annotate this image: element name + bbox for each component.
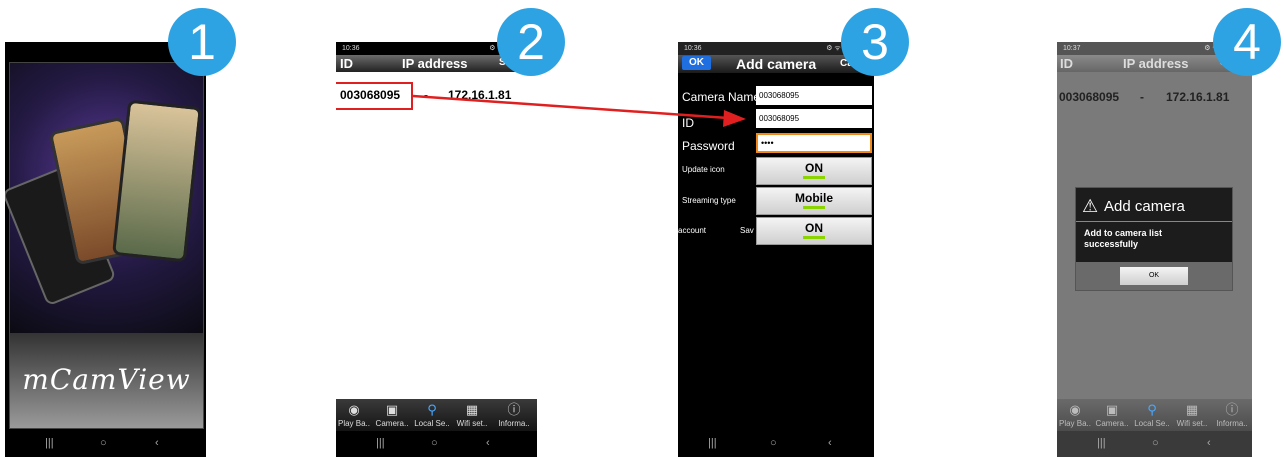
col-id-header: ID [340, 56, 353, 71]
warning-icon: ⚠ [1082, 196, 1099, 216]
phone-screen-add-camera: 10:36 ⚙ ᯤ .ıl 99%▮ OK Add camera Cancel … [678, 42, 874, 457]
toggle-indicator [803, 176, 825, 179]
tab-information[interactable]: ⓘ Informa.. [1214, 399, 1250, 433]
step-badge-3: 3 [841, 8, 909, 76]
tab-wifi-setting[interactable]: ▦ Wifi set.. [454, 399, 490, 433]
android-nav-bar: ||| ○ ‹ [336, 431, 537, 457]
tab-local-search[interactable]: ⚲ Local Se.. [414, 399, 450, 433]
bottom-tab-bar: ◉ Play Ba.. ▣ Camera.. ⚲ Local Se.. ▦ Wifi s… [1057, 399, 1252, 433]
home-icon[interactable]: ○ [431, 437, 438, 449]
qr-icon: ▦ [465, 402, 479, 417]
recents-icon[interactable]: ||| [45, 437, 54, 449]
col-ip-header: IP address [402, 56, 468, 71]
recents-icon[interactable]: ||| [1097, 437, 1106, 449]
back-icon[interactable]: ‹ [828, 437, 832, 449]
toggle-indicator [803, 236, 825, 239]
status-time: 10:36 [342, 45, 360, 52]
streaming-type-label: Streaming type [682, 196, 736, 205]
phone-screen-splash: mCamView ||| ○ ‹ [5, 42, 206, 457]
search-icon: ⚲ [427, 402, 437, 417]
camera-name-label: Camera Name [682, 90, 761, 104]
password-field[interactable]: •••• [756, 133, 872, 153]
col-id-header: ID [1060, 56, 1073, 71]
step-badge-1: 1 [168, 8, 236, 76]
toggle-indicator [803, 206, 825, 209]
camera-name-field[interactable]: 003068095 [756, 86, 872, 105]
dialog-title: Add camera [1104, 198, 1185, 215]
phone-illustration-front [112, 99, 202, 263]
bottom-tab-bar: ◉ Play Ba.. ▣ Camera.. ⚲ Local Se.. ▦ Wifi s… [336, 399, 537, 433]
row-sep: - [424, 88, 428, 102]
tab-playback[interactable]: ◉ Play Ba.. [1057, 399, 1093, 433]
success-dialog: ⚠ Add camera Add to camera list successf… [1075, 187, 1233, 291]
form-title: Add camera [736, 56, 817, 72]
update-icon-toggle[interactable]: ON [756, 157, 872, 185]
home-icon[interactable]: ○ [770, 437, 777, 449]
phone-screen-local-search: 10:36 ⚙ ᯤ .ıl 99%▮ ID IP address Search … [336, 42, 537, 457]
android-nav-bar: ||| ○ ‹ [5, 431, 206, 457]
streaming-type-toggle[interactable]: Mobile [756, 187, 872, 215]
row-ip: 172.16.1.81 [448, 88, 512, 102]
splash-brand: mCamView [22, 363, 191, 396]
list-row[interactable]: 003068095 - 172.16.1.81 [1057, 90, 1252, 108]
id-highlight-box [336, 82, 413, 110]
tab-wifi-setting[interactable]: ▦ Wifi set.. [1174, 399, 1210, 433]
status-time: 10:36 [684, 45, 702, 52]
info-icon: ⓘ [507, 402, 521, 417]
qr-icon: ▦ [1185, 402, 1199, 417]
camera-list-icon: ▣ [1105, 402, 1119, 417]
dialog-message: Add to camera list successfully [1084, 228, 1163, 249]
step-badge-2: 2 [497, 8, 565, 76]
update-icon-label: Update icon [682, 165, 725, 174]
dialog-button-bar: OK [1076, 262, 1232, 290]
home-icon[interactable]: ○ [1152, 437, 1159, 449]
ok-button[interactable]: OK [682, 56, 711, 70]
id-field[interactable]: 003068095 [756, 109, 872, 128]
home-icon[interactable]: ○ [100, 437, 107, 449]
status-time: 10:37 [1063, 45, 1081, 52]
info-icon: ⓘ [1225, 402, 1239, 417]
dialog-ok-button[interactable]: OK [1120, 267, 1188, 285]
tab-local-search[interactable]: ⚲ Local Se.. [1134, 399, 1170, 433]
tab-playback[interactable]: ◉ Play Ba.. [336, 399, 372, 433]
account-label: account [678, 226, 707, 235]
splash-art: mCamView [5, 62, 204, 429]
save-label: Save [740, 226, 754, 235]
tab-camera-list[interactable]: ▣ Camera.. [374, 399, 410, 433]
col-ip-header: IP address [1123, 56, 1189, 71]
back-icon[interactable]: ‹ [486, 437, 490, 449]
playback-icon: ◉ [348, 402, 360, 417]
id-label: ID [682, 116, 694, 130]
playback-icon: ◉ [1069, 402, 1081, 417]
android-nav-bar: ||| ○ ‹ [1057, 431, 1252, 457]
back-icon[interactable]: ‹ [155, 437, 159, 449]
dialog-divider [1076, 221, 1232, 222]
phone-screen-success-dialog: 10:37 ⚙ ᯤ .ıl 99%▮ ID IP address Search … [1057, 42, 1252, 457]
recents-icon[interactable]: ||| [708, 437, 717, 449]
recents-icon[interactable]: ||| [376, 437, 385, 449]
tab-camera-list[interactable]: ▣ Camera.. [1094, 399, 1130, 433]
password-label: Password [682, 139, 735, 153]
search-icon: ⚲ [1147, 402, 1157, 417]
step-badge-4: 4 [1213, 8, 1281, 76]
tab-information[interactable]: ⓘ Informa.. [496, 399, 532, 433]
save-account-toggle[interactable]: ON [756, 217, 872, 245]
android-nav-bar: ||| ○ ‹ [678, 431, 874, 457]
back-icon[interactable]: ‹ [1207, 437, 1211, 449]
camera-list-icon: ▣ [385, 402, 399, 417]
